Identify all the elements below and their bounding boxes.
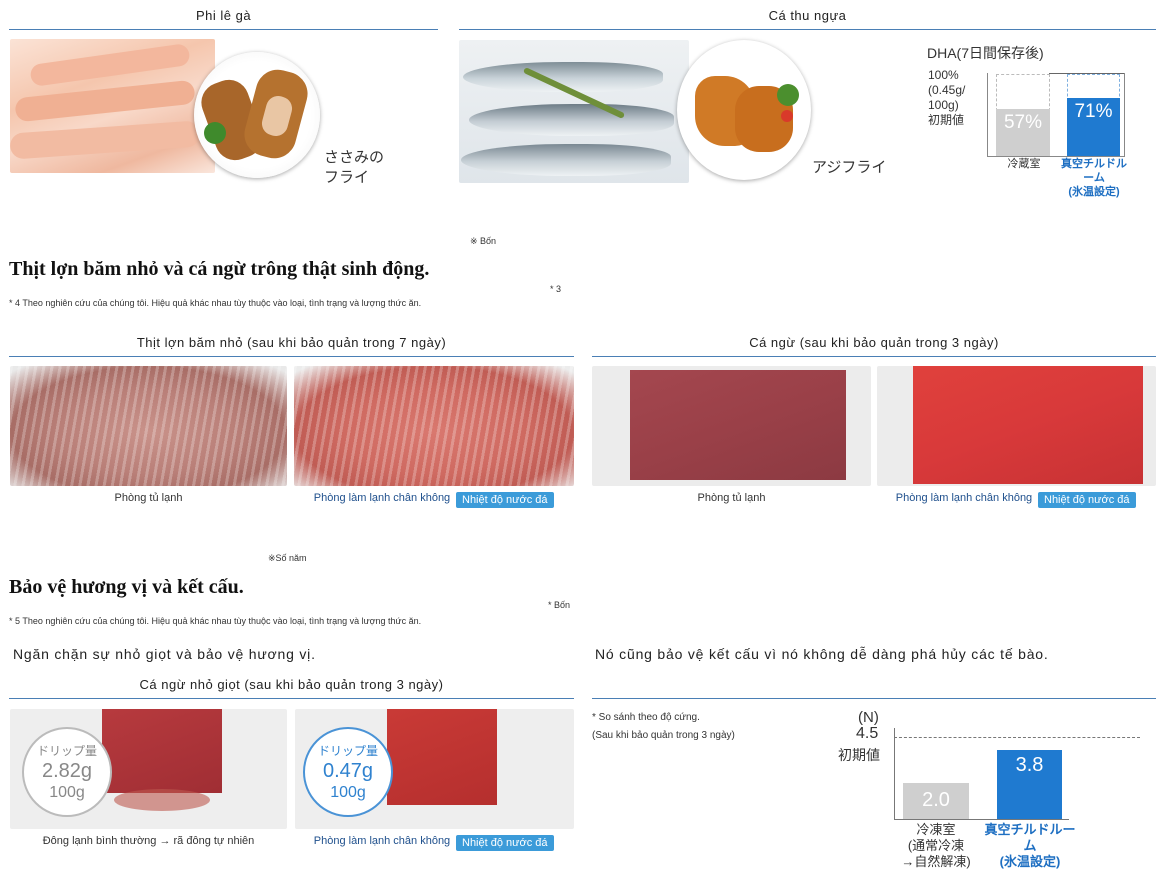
firmness-baseline-line — [894, 737, 1140, 738]
tuna-vacuum-caption: Phòng làm lạnh chân không — [895, 492, 1033, 504]
firmness-baseline-value: 4.5 — [856, 725, 879, 742]
dha-bar-1: 57% — [996, 109, 1050, 156]
texture-subheading: Nó cũng bảo vệ kết cấu vì nó không dễ dà… — [595, 646, 1049, 662]
firmness-bar-2-value: 3.8 — [1015, 754, 1044, 776]
section3-note: * 5 Theo nghiên cứu của chúng tôi. Hiệu … — [9, 616, 422, 626]
pork-ice-temp-badge: Nhiệt độ nước đá — [456, 492, 554, 508]
drip-normal-value: 2.82g — [41, 760, 93, 782]
section3-heading: Bảo vệ hương vị và kết cấu. — [9, 576, 244, 598]
dha-bar-1-value: 57% — [1003, 112, 1043, 133]
drip-normal-badge: ドリップ量 2.82g 100g — [22, 727, 112, 817]
firmness-baseline-label: 初期値 — [838, 747, 880, 763]
drip-vacuum-photo: ドリップ量 0.47g 100g — [295, 709, 574, 829]
section2-note: * 4 Theo nghiên cứu của chúng tôi. Hiệu … — [9, 298, 422, 308]
tuna-vacuum-photo — [877, 366, 1156, 486]
mackerel-dish-label: アジフライ — [812, 159, 887, 176]
dha-baseline-label: 100% (0.45g/ 100g) 初期値 — [928, 68, 966, 127]
drip-normal-label: ドリップ量 — [36, 744, 97, 758]
pork-vacuum-photo — [294, 366, 574, 486]
dha-axis-right — [1124, 73, 1125, 156]
tuna-fridge-photo — [592, 366, 871, 486]
firmness-bar-1-value: 2.0 — [922, 789, 950, 811]
firmness-note-1: * So sánh theo độ cứng. — [592, 712, 700, 723]
drip-vacuum-label: ドリップ量 — [317, 744, 378, 758]
firmness-bar-2-label: 真空チルドルーム (氷温設定) — [984, 822, 1076, 869]
section2-footnote-mark: ※Số năm — [268, 553, 307, 563]
section2-mark: * 3 — [550, 284, 562, 294]
drip-normal-photo: ドリップ量 2.82g 100g — [10, 709, 287, 829]
pork-fridge-photo — [10, 366, 287, 486]
firmness-y-axis — [894, 728, 895, 820]
pork-vacuum-caption: Phòng làm lạnh chân không — [313, 492, 451, 504]
dha-bar-2-value: 71% — [1074, 101, 1113, 122]
tuna-ice-temp-badge: Nhiệt độ nước đá — [1038, 492, 1136, 508]
firmness-bar-2: 3.8 — [997, 750, 1062, 819]
section1-footnote-mark: ※ Bốn — [470, 236, 497, 246]
chicken-fry-plate-photo — [194, 52, 320, 178]
firmness-bar-1-label: 冷凍室 (通常冷凍 →自然解凍) — [901, 822, 971, 869]
chicken-dish-label: ささみの フライ — [324, 149, 385, 186]
drip-vacuum-unit: 100g — [330, 784, 366, 801]
mackerel-fish-photo — [459, 40, 689, 183]
flavor-subheading: Ngăn chặn sự nhỏ giọt và bảo vệ hương vị… — [13, 646, 316, 662]
firmness-note-2: (Sau khi bảo quản trong 3 ngày) — [592, 730, 735, 741]
dha-chart-title: DHA(7日間保存後) — [927, 45, 1044, 61]
firmness-x-axis — [894, 819, 1069, 820]
pork-section-title: Thịt lợn băm nhỏ (sau khi bảo quản trong… — [9, 335, 574, 357]
dha-bar-2-label: 真空チルドルーム (氷温設定) — [1061, 158, 1127, 198]
drip-vacuum-badge: ドリップ量 0.47g 100g — [303, 727, 393, 817]
drip-vacuum-caption: Phòng làm lạnh chân không — [313, 835, 451, 847]
chicken-section-title: Phi lê gà — [9, 8, 438, 30]
mackerel-section-title: Cá thu ngựa — [459, 8, 1156, 30]
firmness-bar-1: 2.0 — [903, 783, 969, 819]
chicken-fillet-photo — [10, 39, 215, 173]
pork-fridge-caption: Phòng tủ lạnh — [114, 492, 183, 504]
section3-mark: * Bốn — [548, 600, 571, 610]
tuna-section-title: Cá ngừ (sau khi bảo quản trong 3 ngày) — [592, 335, 1156, 357]
dha-bar-1-label: 冷蔵室 — [1007, 158, 1041, 170]
tuna-fridge-caption: Phòng tủ lạnh — [697, 492, 766, 504]
drip-section-title: Cá ngừ nhỏ giọt (sau khi bảo quản trong … — [9, 677, 574, 699]
dha-bar-2: 71% — [1067, 98, 1120, 156]
drip-normal-caption: Đông lạnh bình thường → rã đông tự nhiên — [42, 835, 255, 847]
section2-heading: Thịt lợn băm nhỏ và cá ngừ trông thật si… — [9, 258, 430, 280]
firmness-unit: (N) — [858, 709, 879, 726]
firmness-section-rule — [592, 698, 1156, 699]
aji-fry-plate-photo — [677, 40, 811, 180]
drip-ice-temp-badge: Nhiệt độ nước đá — [456, 835, 554, 851]
drip-vacuum-value: 0.47g — [322, 760, 374, 782]
drip-normal-unit: 100g — [49, 784, 85, 801]
dha-axis-left — [987, 73, 988, 156]
